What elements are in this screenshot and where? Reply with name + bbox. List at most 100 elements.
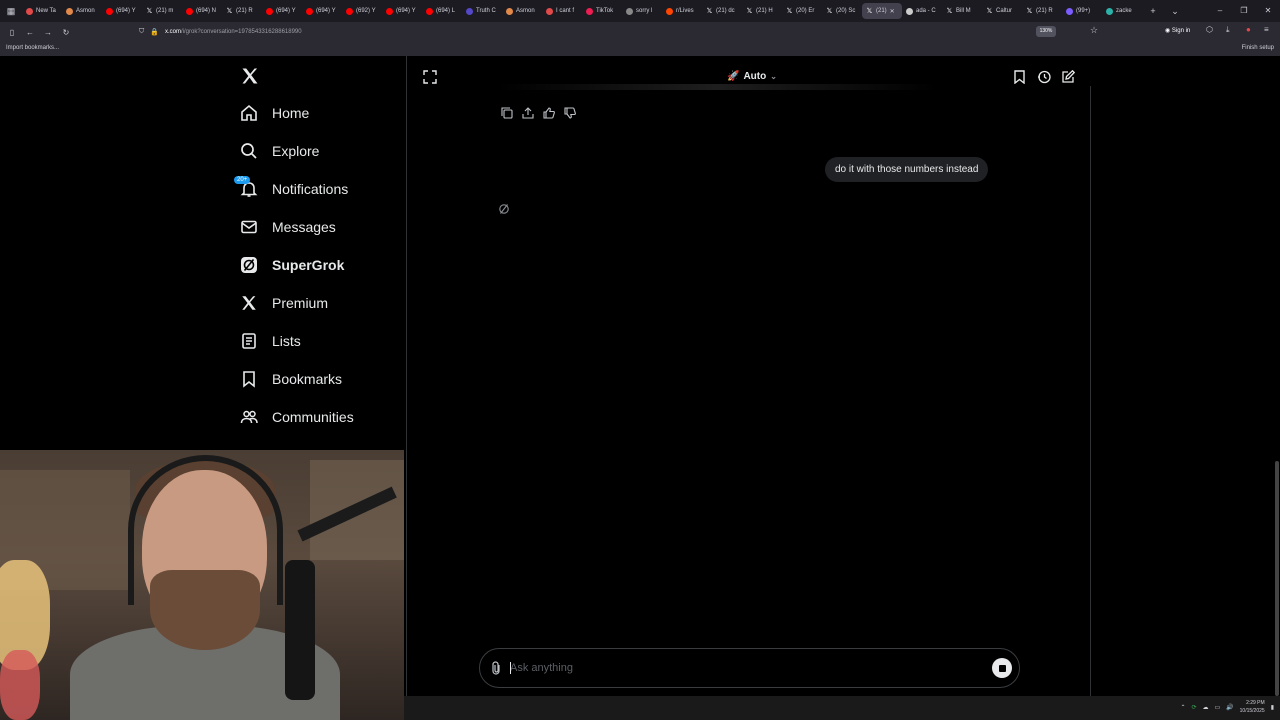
clock[interactable]: 2:29 PM 10/15/2025 (1240, 699, 1265, 715)
browser-tab[interactable]: 𝕏 (20) Sc (822, 0, 862, 22)
x-favicon-icon: 𝕏 (1026, 7, 1033, 15)
browser-tab[interactable]: r/Lives (662, 0, 702, 22)
system-tray: ⌃ ⟳ ☁ ▭ 🔊 2:29 PM 10/15/2025 ▮ (1180, 699, 1274, 715)
tray-chevron-icon[interactable]: ⌃ (1180, 704, 1185, 711)
sidebar-item-premium[interactable]: Premium (240, 289, 328, 317)
back-button[interactable]: ← (21, 28, 39, 37)
browser-tab[interactable]: 𝕏 (21) R (222, 0, 262, 22)
tab-list-dropdown-icon[interactable]: ⌄ (1164, 6, 1186, 17)
thumbs-down-icon[interactable] (564, 107, 577, 120)
sidebar-item-explore[interactable]: Explore (240, 137, 319, 165)
browser-tab[interactable]: Truth C (462, 0, 502, 22)
tab-label: Asmon (516, 8, 535, 14)
attach-icon[interactable] (490, 661, 504, 675)
browser-tab[interactable]: 𝕏 (21) H (742, 0, 782, 22)
sidebar-item-home[interactable]: Home (240, 99, 309, 127)
browser-tab[interactable]: (694) N (182, 0, 222, 22)
browser-tab[interactable]: TikTok (582, 0, 622, 22)
browser-tab[interactable]: (694) Y (262, 0, 302, 22)
browser-tab[interactable]: New Ta (22, 0, 62, 22)
x-favicon-icon: 𝕏 (786, 7, 793, 15)
browser-tab[interactable]: 𝕏 Caltur (982, 0, 1022, 22)
lock-icon[interactable]: 🔒 (150, 28, 159, 36)
notification-icon[interactable]: ▮ (1271, 704, 1274, 711)
sidebar-item-notifications[interactable]: 20+ Notifications (234, 175, 348, 203)
mode-selector[interactable]: 🚀 Auto ⌄ (727, 71, 777, 82)
browser-tab[interactable]: (694) Y (382, 0, 422, 22)
url-bar[interactable]: ⛉ 🔒 x.com/i/grok?conversation=1978543316… (135, 24, 1105, 40)
search-icon (240, 142, 258, 160)
browser-tab[interactable]: (694) L (422, 0, 462, 22)
tracking-shield-icon[interactable]: ⛉ (139, 28, 144, 36)
sidebar-item-bookmarks[interactable]: Bookmarks (240, 365, 342, 393)
network-icon[interactable]: ▭ (1215, 704, 1221, 711)
ask-input[interactable] (510, 657, 970, 679)
share-icon[interactable] (522, 107, 535, 120)
expand-icon[interactable] (423, 70, 437, 84)
tab-label: (694) Y (276, 8, 296, 14)
account-icon: ◉ (1165, 28, 1172, 34)
browser-tab-bar: ▦ New Ta Asmon (694) Y 𝕏 (21) m (694) N 𝕏 (21) … (0, 0, 1280, 22)
browser-tab[interactable]: (692) Y (342, 0, 382, 22)
clock-date: 10/15/2025 (1239, 708, 1265, 714)
sidebar-item-lists[interactable]: Lists (240, 327, 301, 355)
tab-label: TikTok (596, 8, 614, 14)
site-favicon-icon (306, 7, 313, 15)
site-favicon-icon (546, 7, 553, 15)
browser-tab[interactable]: (694) Y (302, 0, 342, 22)
sidebar-item-messages[interactable]: Messages (240, 213, 336, 241)
site-favicon-icon (586, 7, 593, 15)
grok-icon (240, 256, 258, 274)
sidebar-item-supergrok[interactable]: SuperGrok (240, 251, 344, 279)
site-favicon-icon (1066, 7, 1073, 15)
menu-icon[interactable]: ≡ (1264, 25, 1269, 34)
tab-label: (694) Y (396, 8, 416, 14)
browser-tab[interactable]: zacke (1102, 0, 1142, 22)
stop-generating-button[interactable] (992, 658, 1012, 678)
sign-in-button[interactable]: ◉ Sign in (1165, 27, 1190, 34)
sidebar-item-label: Lists (272, 333, 301, 349)
zoom-level-badge[interactable]: 130% (1036, 26, 1056, 37)
tab-overview-icon[interactable]: ▦ (0, 6, 22, 17)
minimize-button[interactable]: – (1208, 0, 1232, 22)
reload-button[interactable]: ↻ (57, 28, 75, 37)
thumbs-up-icon[interactable] (543, 107, 556, 120)
sidebar-toggle-icon[interactable]: ▯ (3, 28, 21, 37)
browser-tab[interactable]: I cant f (542, 0, 582, 22)
browser-tab[interactable]: 𝕏 (21) m (142, 0, 182, 22)
volume-icon[interactable]: 🔊 (1226, 704, 1233, 711)
x-logo-icon[interactable] (240, 66, 260, 92)
import-bookmarks-link[interactable]: Import bookmarks... (6, 45, 59, 51)
browser-tab[interactable]: ada - C (902, 0, 942, 22)
browser-tab[interactable]: 𝕏 (20) Er (782, 0, 822, 22)
extensions-icon[interactable]: ⬡ (1206, 25, 1213, 34)
browser-tab[interactable]: Asmon (62, 0, 102, 22)
page-scrollbar[interactable] (1275, 461, 1279, 696)
close-tab-icon[interactable]: ✕ (890, 8, 895, 15)
bookmark-icon[interactable] (1013, 70, 1027, 84)
cloud-icon[interactable]: ☁ (1203, 704, 1209, 711)
bookmark-star-icon[interactable]: ☆ (1090, 25, 1098, 36)
browser-tab[interactable]: 𝕏 (21) ✕ (862, 3, 902, 19)
browser-tab[interactable]: (694) Y (102, 0, 142, 22)
url-text[interactable]: x.com/i/grok?conversation=19785433162886… (165, 29, 302, 35)
browser-tab[interactable]: sorry l (622, 0, 662, 22)
finish-setup-link[interactable]: Finish setup (1242, 45, 1274, 51)
downloads-icon[interactable]: ⤓ (1226, 25, 1230, 35)
browser-tab[interactable]: Asmon (502, 0, 542, 22)
close-window-button[interactable]: ✕ (1256, 0, 1280, 22)
restore-button[interactable]: ❐ (1232, 0, 1256, 22)
new-tab-button[interactable]: + (1142, 6, 1164, 16)
browser-tab[interactable]: 𝕏 (21) R (1022, 0, 1062, 22)
sync-icon[interactable]: ⟳ (1191, 704, 1196, 711)
copy-icon[interactable] (501, 107, 514, 120)
history-icon[interactable] (1037, 70, 1051, 84)
people-icon (240, 408, 258, 426)
new-chat-icon[interactable] (1061, 70, 1075, 84)
forward-button[interactable]: → (39, 28, 57, 37)
profile-icon[interactable]: ● (1246, 25, 1251, 34)
sidebar-item-communities[interactable]: Communities (240, 403, 354, 431)
browser-tab[interactable]: (99+) (1062, 0, 1102, 22)
browser-tab[interactable]: 𝕏 Bill M (942, 0, 982, 22)
browser-tab[interactable]: 𝕏 (21) dc (702, 0, 742, 22)
